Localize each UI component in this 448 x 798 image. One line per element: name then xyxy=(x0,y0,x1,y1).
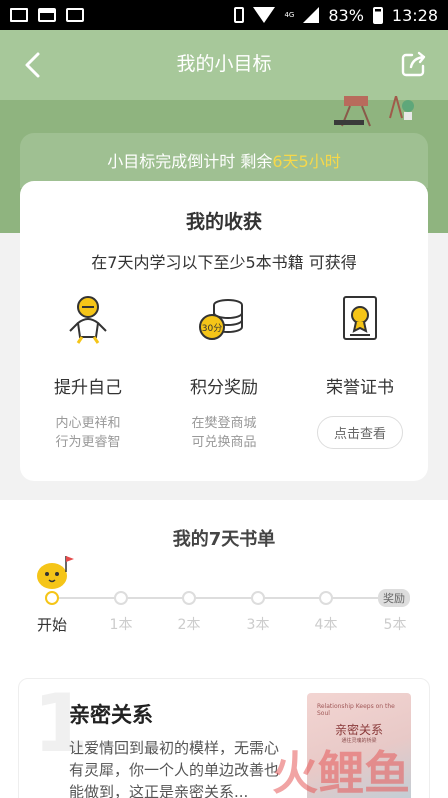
progress-label: 1本 xyxy=(109,617,133,633)
mail-icon xyxy=(10,8,28,22)
countdown-prefix: 小目标完成倒计时 剩余 xyxy=(107,152,273,171)
reward-desc-line: 可兑换商品 xyxy=(191,435,257,450)
reward-points: 30分 积分奖励 在樊登商城 可兑换商品 xyxy=(156,293,292,452)
countdown-remaining: 6天5小时 xyxy=(272,152,341,171)
status-bar: 4G 83% 13:28 xyxy=(0,0,448,30)
progress-node-start xyxy=(45,591,59,605)
progress-node-4 xyxy=(319,591,333,605)
progress-node-1 xyxy=(114,591,128,605)
reward-desc-line: 内心更祥和 xyxy=(55,416,121,431)
countdown-banner: 小目标完成倒计时 剩余6天5小时 xyxy=(20,133,428,188)
chick-mascot-icon xyxy=(37,556,74,589)
reward-desc: 内心更祥和 行为更睿智 xyxy=(20,414,156,452)
wifi-icon xyxy=(253,7,276,23)
reward-desc-line: 在樊登商城 xyxy=(191,416,257,431)
reward-desc: 在樊登商城 可兑换商品 xyxy=(156,414,292,452)
progress-node-3 xyxy=(251,591,265,605)
cover-caption: 通往灵魂的桥梁 xyxy=(341,738,377,744)
progress-track xyxy=(52,597,392,599)
coin-label: 30分 xyxy=(202,323,222,334)
book-title: 亲密关系 xyxy=(69,703,153,727)
progress-label: 开始 xyxy=(36,616,67,634)
coins-30-icon: 30分 xyxy=(199,299,243,340)
network-type: 4G xyxy=(284,10,295,19)
reward-certificate: 荣誉证书 点击查看 xyxy=(292,293,428,449)
reward-title: 提升自己 xyxy=(54,378,122,398)
shop-icon xyxy=(66,8,84,22)
page-title: 我的小目标 xyxy=(176,53,272,75)
reward-title: 荣誉证书 xyxy=(326,378,394,398)
cover-title: 亲密关系 xyxy=(334,723,383,737)
astronaut-icon xyxy=(69,296,107,344)
battery-percent: 83% xyxy=(328,5,364,25)
book-description: 让爱情回到最初的模样，无需心有灵犀，你一个人的单边改善也能做到，这正是亲密关系.… xyxy=(69,739,280,798)
signal-icon xyxy=(303,7,320,23)
progress-label: 5本 xyxy=(383,617,407,633)
download-icon xyxy=(38,8,56,22)
progress-label: 4本 xyxy=(314,617,338,633)
reward-title: 积分奖励 xyxy=(190,378,258,398)
progress-label: 2本 xyxy=(177,617,201,633)
harvest-title: 我的收获 xyxy=(185,211,262,233)
cover-subtitle-en: Relationship Keeps on the Soul xyxy=(317,703,395,717)
book-list-title: 我的7天书单 xyxy=(172,529,276,550)
view-certificate-button[interactable]: 点击查看 xyxy=(316,416,403,449)
vibrate-icon xyxy=(234,7,245,23)
certificate-icon xyxy=(343,296,377,340)
reward-desc-line: 行为更睿智 xyxy=(55,435,121,450)
harvest-subtitle: 在7天内学习以下至少5本书籍 可获得 xyxy=(91,253,357,272)
harvest-card: 我的收获 在7天内学习以下至少5本书籍 可获得 提升自己 内心更祥和 行为更睿智… xyxy=(20,181,428,481)
header-illustration xyxy=(334,96,414,127)
reward-self-improvement: 提升自己 内心更祥和 行为更睿智 xyxy=(20,293,156,452)
progress-node-2 xyxy=(182,591,196,605)
battery-icon xyxy=(372,6,383,24)
share-button[interactable] xyxy=(400,50,428,78)
watermark-logo: 火鲤鱼 xyxy=(272,746,410,798)
clock: 13:28 xyxy=(391,5,438,25)
share-icon xyxy=(401,51,426,77)
progress-label: 3本 xyxy=(246,617,270,633)
reward-badge: 奖励 xyxy=(378,589,410,607)
